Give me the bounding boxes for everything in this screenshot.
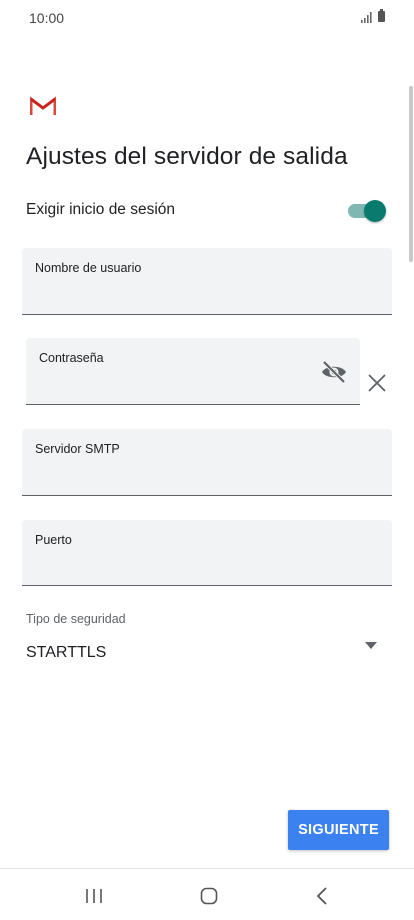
port-label: Puerto: [35, 533, 72, 547]
password-field[interactable]: Contraseña: [26, 338, 360, 405]
battery-icon: [378, 9, 385, 22]
status-bar: 10:00: [0, 0, 414, 36]
gmail-logo-icon: [30, 96, 56, 115]
require-login-label: Exigir inicio de sesión: [26, 201, 176, 218]
toggle-thumb: [364, 200, 386, 222]
smtp-server-label: Servidor SMTP: [35, 442, 120, 456]
scrollbar[interactable]: [409, 86, 413, 262]
require-login-toggle[interactable]: [348, 200, 386, 222]
close-icon[interactable]: [367, 373, 387, 393]
smtp-server-field[interactable]: Servidor SMTP: [22, 429, 392, 496]
signal-icon: [361, 12, 372, 23]
password-input[interactable]: [39, 372, 310, 396]
home-icon[interactable]: [200, 887, 218, 905]
port-input[interactable]: [35, 554, 379, 578]
dropdown-arrow-icon: [365, 642, 377, 649]
username-label: Nombre de usuario: [35, 261, 142, 275]
page-title: Ajustes del servidor de salida: [26, 143, 348, 170]
status-time: 10:00: [29, 10, 65, 26]
security-type-value: STARTTLS: [26, 644, 107, 661]
security-type-label: Tipo de seguridad: [26, 612, 126, 626]
username-field[interactable]: Nombre de usuario: [22, 248, 392, 315]
back-icon[interactable]: [316, 887, 328, 905]
security-type-select[interactable]: STARTTLS: [26, 640, 386, 668]
port-field[interactable]: Puerto: [22, 520, 392, 586]
smtp-server-input[interactable]: [35, 463, 379, 487]
recents-icon[interactable]: [85, 888, 103, 904]
password-label: Contraseña: [39, 351, 104, 365]
eye-off-icon[interactable]: [321, 361, 347, 383]
next-button[interactable]: SIGUIENTE: [288, 810, 389, 850]
username-input[interactable]: [35, 282, 379, 306]
navigation-bar: [0, 868, 414, 920]
